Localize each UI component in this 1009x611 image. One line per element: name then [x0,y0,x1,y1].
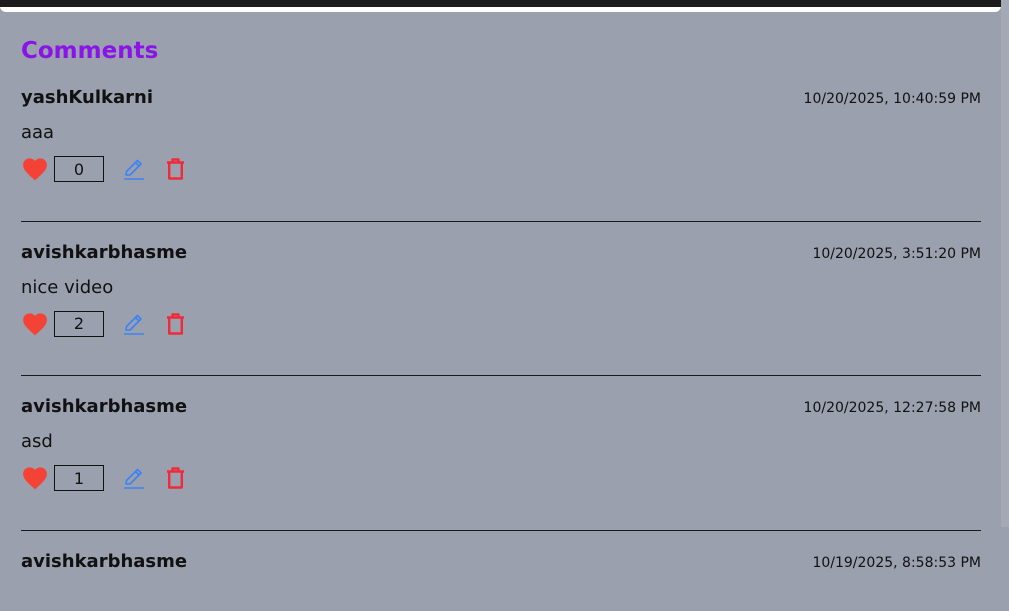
top-dark-bar [0,0,1001,7]
trash-icon [166,467,184,489]
comment-author: avishkarbhasme [21,396,188,417]
comment-item: avishkarbhasme 10/20/2025, 12:27:58 PM a… [21,396,981,531]
comments-section: Comments yashKulkarni 10/20/2025, 10:40:… [21,34,981,611]
like-button[interactable] [21,156,49,182]
edit-button[interactable] [122,157,146,181]
comment-text: asd [21,431,53,452]
comment-item: avishkarbhasme 10/19/2025, 8:58:53 PM [21,551,981,611]
comment-item: yashKulkarni 10/20/2025, 10:40:59 PM aaa… [21,87,981,222]
heart-icon [23,467,47,490]
like-button[interactable] [21,465,49,491]
comment-date: 10/20/2025, 10:40:59 PM [803,91,981,107]
delete-button[interactable] [164,312,186,336]
trash-icon [166,158,184,180]
comment-date: 10/19/2025, 8:58:53 PM [812,554,981,571]
heart-icon [23,312,47,335]
like-count: 0 [54,156,104,182]
comment-author: avishkarbhasme [21,241,188,263]
top-frame-edge [0,0,1001,12]
comment-text: nice video [21,276,114,298]
delete-button[interactable] [164,157,186,181]
like-count: 1 [54,465,104,491]
comment-author: yashKulkarni [21,87,154,108]
comment-actions: 1 [21,465,186,491]
edit-button[interactable] [122,312,146,336]
heart-icon [23,158,47,181]
trash-icon [166,312,184,335]
comment-item: avishkarbhasme 10/20/2025, 3:51:20 PM ni… [21,241,981,376]
right-scroll-edge [1001,0,1009,527]
comment-date: 10/20/2025, 3:51:20 PM [812,245,981,262]
like-count: 2 [54,310,104,337]
comment-actions: 0 [21,156,186,182]
like-button[interactable] [21,311,49,337]
edit-button[interactable] [122,466,146,490]
comment-actions: 2 [21,310,186,337]
comment-text: aaa [21,122,55,143]
delete-button[interactable] [164,466,186,490]
comments-title: Comments [21,38,159,64]
comment-author: avishkarbhasme [21,550,188,572]
comment-date: 10/20/2025, 12:27:58 PM [803,400,981,416]
pencil-icon [124,468,144,489]
pencil-icon [124,314,144,335]
pencil-icon [124,159,144,180]
